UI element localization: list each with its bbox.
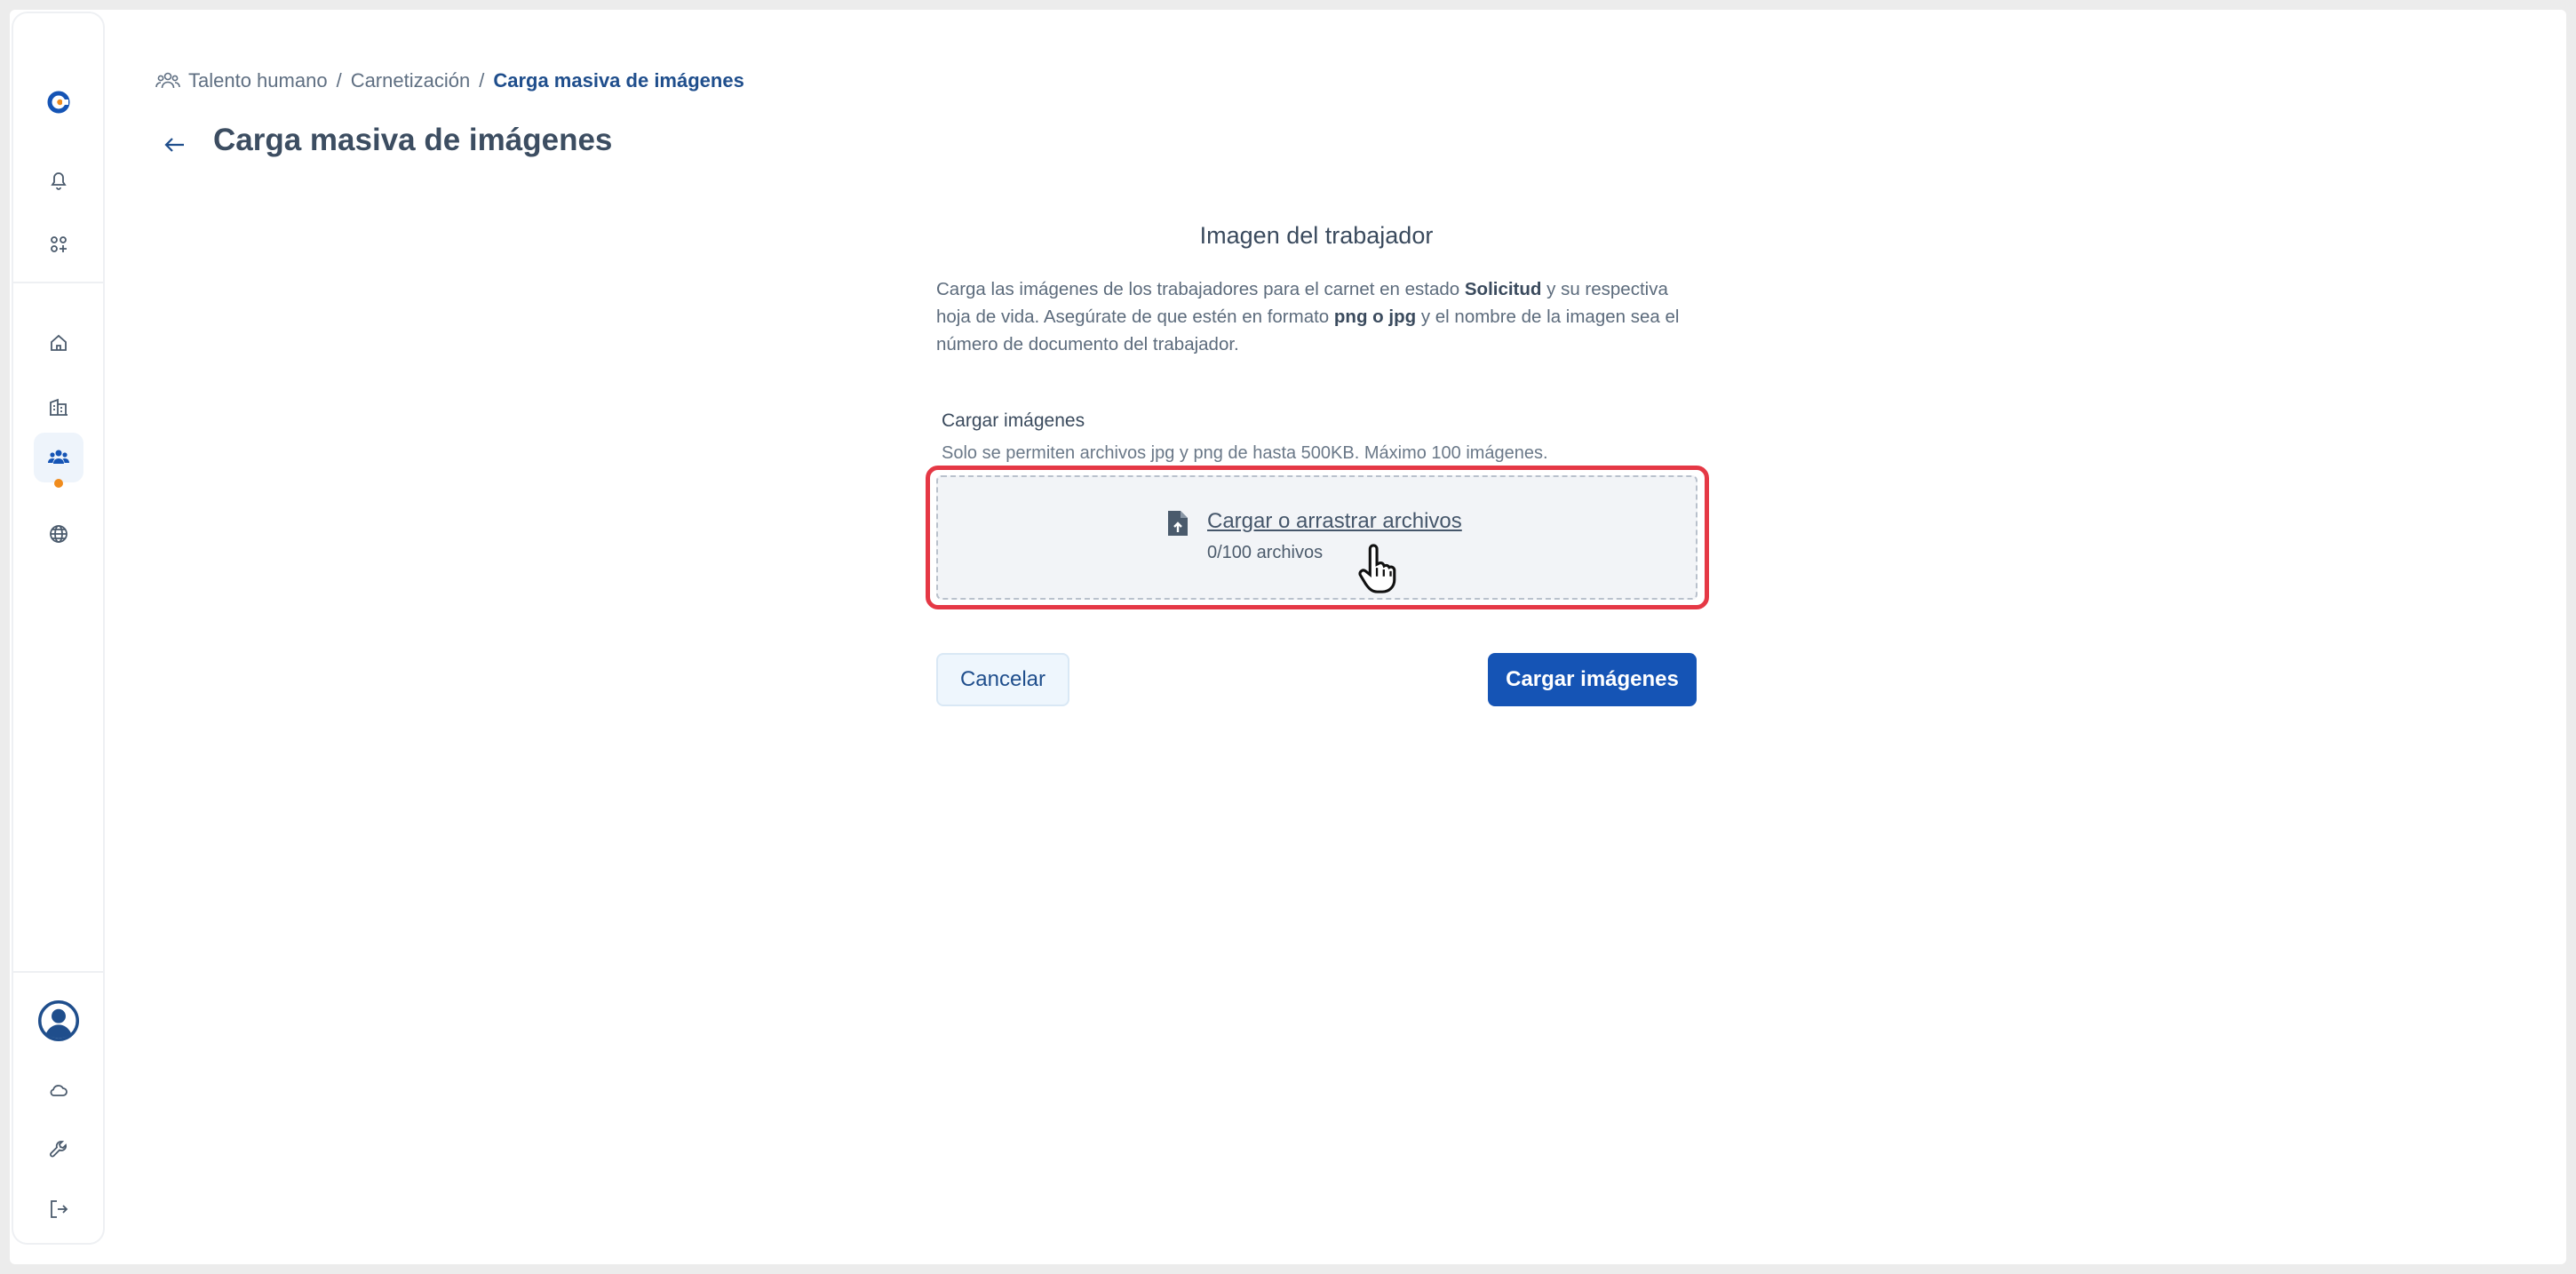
logout-icon[interactable] [34,1184,83,1234]
avatar[interactable] [34,996,83,1046]
section-description: Carga las imágenes de los trabajadores p… [936,279,1680,354]
apps-icon[interactable] [34,219,83,269]
upload-label: Cargar imágenes [942,410,1085,431]
app-window [10,10,2566,1264]
breadcrumb-item-carnetizacion[interactable]: Carnetización [351,69,471,92]
breadcrumb: Talento humano / Carnetización / Carga m… [155,66,744,96]
file-upload-icon [1168,511,1188,536]
globe-icon[interactable] [34,509,83,559]
cloud-icon[interactable] [34,1065,83,1115]
logo-icon[interactable] [34,77,83,127]
bell-icon[interactable] [34,155,83,205]
users-icon[interactable] [34,433,83,482]
upload-files-link[interactable]: Cargar o arrastrar archivos [1207,509,1462,534]
notification-dot [54,479,63,488]
page-title: Carga masiva de imágenes [213,123,613,157]
section-title: Imagen del trabajador [1199,222,1434,249]
upload-images-button[interactable]: Cargar imágenes [1488,653,1697,706]
upload-hint: Solo se permiten archivos jpg y png de h… [942,443,1548,463]
breadcrumb-separator: / [479,69,485,92]
file-dropzone[interactable]: Cargar o arrastrar archivos 0/100 archiv… [936,475,1697,600]
breadcrumb-current: Carga masiva de imágenes [493,69,744,92]
users-icon [155,72,180,89]
building-icon[interactable] [34,382,83,432]
hand-pointer-icon [1358,544,1396,593]
sidebar [12,12,105,1245]
home-icon[interactable] [34,318,83,368]
breadcrumb-item-talento-humano[interactable]: Talento humano [188,69,328,92]
file-count: 0/100 archivos [1207,543,1324,562]
breadcrumb-separator: / [336,69,342,92]
cancel-button[interactable]: Cancelar [936,653,1069,706]
wrench-icon[interactable] [34,1124,83,1174]
back-arrow-icon[interactable] [160,130,190,160]
